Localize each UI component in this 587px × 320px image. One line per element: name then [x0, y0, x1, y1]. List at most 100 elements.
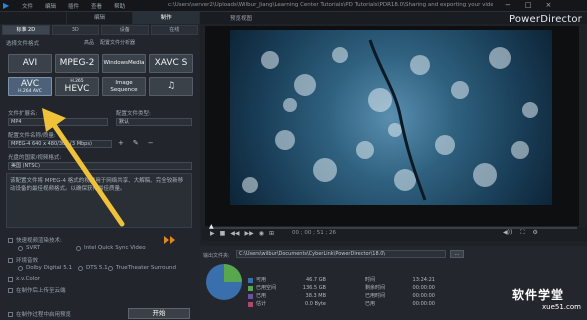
time-value: 13:24:21 [412, 277, 435, 283]
menu-view[interactable]: 查看 [91, 2, 102, 10]
watermark-subtitle: xue51.com [542, 303, 581, 311]
delete-profile-icon[interactable]: − [148, 139, 154, 147]
format-xavcs-button[interactable]: XAVC S [149, 54, 193, 73]
preview-during-checkbox[interactable] [8, 311, 13, 317]
disk-usage-pie [205, 263, 243, 301]
used-value: 00:00:00 [412, 301, 435, 307]
tab-3d[interactable]: 3D [51, 25, 99, 35]
menu-plugins[interactable]: 插件 [68, 2, 79, 10]
forward-icon[interactable]: ▶▶ [245, 230, 254, 237]
mode-bar: 编辑 制作 [0, 12, 201, 24]
time-label: 时间 [365, 277, 376, 283]
used-label: 已用 [365, 301, 376, 307]
dts-radio[interactable] [78, 265, 83, 271]
svrt-label: SVRT [26, 245, 41, 251]
expand-arrows-icon[interactable] [164, 236, 176, 244]
settings-icon[interactable]: ⚙ [533, 229, 538, 237]
dts-row: DTS 5.1 [78, 265, 108, 271]
disk-estimate-value: 0.0 [305, 301, 313, 307]
truetheater-radio[interactable] [108, 265, 113, 271]
time-values: 13:24:21 00:00:00 00:00:00 00:00:00 [405, 276, 435, 308]
mode-edit[interactable]: 编辑 [67, 12, 134, 24]
audio-label: 环境音效 [16, 258, 39, 264]
format-subtabs: 高品 配置文件分析器 [84, 39, 135, 46]
snapshot-icon[interactable]: ◉ [259, 230, 264, 237]
upload-checkbox[interactable] [8, 287, 13, 293]
play-icon[interactable]: ▶ [210, 230, 215, 237]
edit-profile-icon[interactable]: ✎ [133, 139, 139, 147]
format-mpeg2-button[interactable]: MPEG-2 [55, 54, 99, 73]
disk-used-value: 136.5 [302, 285, 318, 291]
app-logo-icon: ▶ [3, 1, 10, 10]
format-avc-button[interactable]: AVC H.264 AVC [8, 77, 52, 96]
timecode: 00 ; 00 ; 51 ; 26 [292, 230, 337, 236]
subtab-profile-analyzer[interactable]: 配置文件分析器 [100, 39, 135, 46]
subtab-quality[interactable]: 高品 [84, 39, 94, 46]
xvcolor-checkbox[interactable] [8, 276, 13, 282]
tab-online[interactable]: 在线 [150, 25, 198, 35]
grid-icon[interactable]: ⊞ [269, 230, 274, 237]
dolby-radio[interactable] [18, 265, 23, 271]
time-labels: 时间 剩余时间 已用时间 已用 [365, 276, 385, 308]
disk-used-slice [224, 264, 242, 282]
preview-header: 预览视图 [230, 16, 253, 22]
output-folder-field[interactable]: C:\Users\wilbur\Documents\CyberLink\Powe… [236, 250, 446, 258]
project-path: c:\Users\server2\Uploads\Wilbur_Jiang\Le… [168, 2, 493, 8]
fast-render-row: 快速视频渲染技术: [8, 236, 62, 244]
mode-capture[interactable] [0, 12, 67, 24]
svrt-radio[interactable] [18, 245, 23, 251]
disk-project-unit: MB [318, 293, 326, 299]
profile-type-select[interactable]: 默认 [116, 118, 192, 126]
quick-sync-radio[interactable] [76, 245, 81, 251]
format-audio-button[interactable]: ♫ [149, 77, 193, 96]
truetheater-label: TrueTheater Surround [116, 265, 176, 271]
truetheater-row: TrueTheater Surround [108, 265, 176, 271]
mode-produce[interactable]: 制作 [133, 12, 201, 24]
legend-free-swatch [248, 277, 253, 283]
remaining-value: 00:00:00 [412, 285, 435, 291]
format-hevc-label: HEVC [64, 84, 90, 94]
preview-during-label: 在制作过程中启用预览 [16, 312, 72, 318]
window-controls: − □ × [505, 1, 551, 9]
volume-icon[interactable]: ◀)) [503, 229, 512, 237]
audio-checkbox[interactable] [8, 257, 13, 263]
maximize-button[interactable]: □ [525, 1, 532, 9]
format-row-2: AVC H.264 AVC H.265 HEVC Image Sequence … [8, 77, 193, 96]
disk-free-unit: GB [318, 277, 326, 283]
disk-estimate-unit: Byte [314, 301, 326, 307]
format-heading: 选择文件格式 [6, 41, 40, 47]
close-button[interactable]: × [546, 1, 552, 9]
menu-file[interactable]: 文件 [22, 2, 33, 10]
format-hevc-button[interactable]: H.265 HEVC [55, 77, 99, 96]
preview-during-row: 在制作过程中启用预览 [8, 310, 71, 318]
format-avi-button[interactable]: AVI [8, 54, 52, 73]
xvcolor-label: x.v.Color [16, 276, 40, 282]
legend-project-label: 已用 [256, 293, 267, 299]
rewind-icon[interactable]: ◀◀ [230, 230, 239, 237]
fast-render-checkbox[interactable] [8, 237, 13, 243]
fullscreen-icon[interactable]: ⛶ [520, 229, 524, 237]
quick-sync-row: Intel Quick Sync Video [76, 245, 146, 251]
preview-tools: ◀)) ⛶ ⚙ [503, 229, 538, 237]
legend-used-swatch [248, 285, 253, 291]
legend-used-label: 已用空间 [256, 285, 277, 291]
output-folder-label: 输出文件夹: [203, 253, 230, 259]
app-brand: PowerDirector [508, 14, 582, 25]
format-image-sequence-button[interactable]: Image Sequence [102, 77, 146, 96]
watermark-title: 软件学堂 [512, 288, 565, 302]
start-button[interactable]: 开始 [128, 308, 190, 319]
disk-values: 46.7 GB 136.5 GB 38.3 MB 0.0 Byte [296, 276, 326, 308]
format-wmv-button[interactable]: WindowsMedia [102, 54, 146, 73]
menu-help[interactable]: 帮助 [114, 2, 125, 10]
disk-free-value: 46.7 [305, 277, 318, 283]
browse-folder-button[interactable]: … [450, 250, 464, 258]
format-avc-label: AVC [20, 79, 40, 89]
menu-edit[interactable]: 编辑 [45, 2, 56, 10]
stop-icon[interactable]: ■ [220, 230, 226, 237]
playhead-marker-icon[interactable]: ▲ [209, 223, 214, 230]
minimize-button[interactable]: − [505, 1, 511, 9]
produce-tabs: 标准 2D 3D 设备 在线 [2, 25, 198, 35]
audio-row: 环境音效 [8, 256, 38, 264]
tab-standard-2d[interactable]: 标准 2D [2, 25, 50, 35]
tab-device[interactable]: 设备 [101, 25, 149, 35]
